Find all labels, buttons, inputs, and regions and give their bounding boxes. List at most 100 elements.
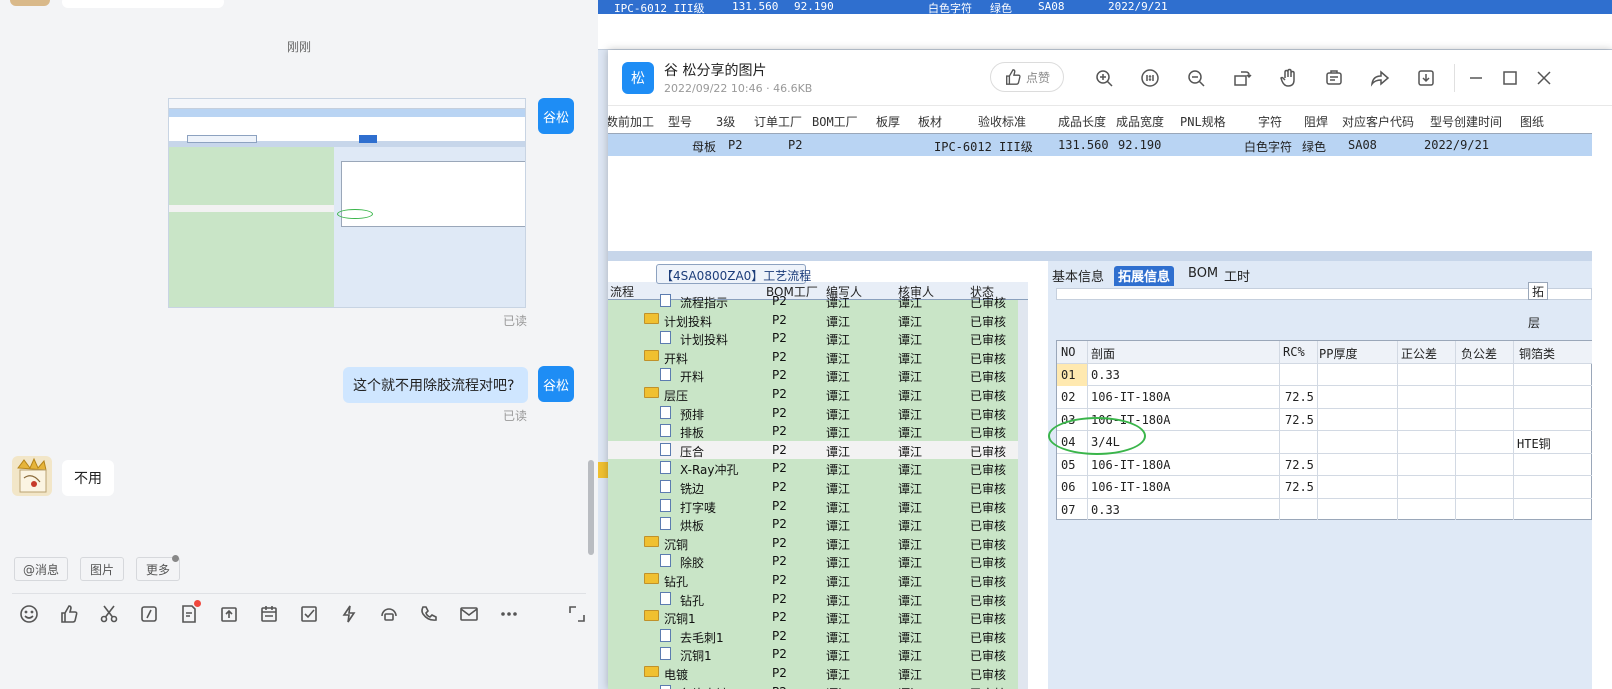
tree-item-status: 已审核 [970,556,1007,571]
tree-item-status: 已审核 [970,593,1007,608]
composer-divider [12,593,586,594]
tree-item-bom: P2 [772,535,787,550]
tree-row[interactable]: 沉铜 P2 谭江 谭江 已审核 [608,534,1018,553]
mention-chip[interactable]: @消息 [14,557,68,581]
close-icon[interactable] [1534,68,1554,88]
chat-scrollbar[interactable] [588,460,594,555]
cell-date: 2022/9/21 [1424,138,1490,152]
tree-item-bom: P2 [772,573,787,587]
tree-row[interactable]: 计划投料 P2 谭江 谭江 已审核 [608,311,1018,330]
rotate-icon[interactable] [1232,68,1252,88]
tree-item-writer: 谭江 [826,370,851,385]
tree-row[interactable]: 流程指示 P2 谭江 谭江 已审核 [608,292,1018,311]
tab-work-hours[interactable]: 工时 [1220,266,1254,286]
grid-row[interactable]: 05 106-IT-180A 72.5 [1057,454,1592,476]
tree-row[interactable]: 计划投料 P2 谭江 谭江 已审核 [608,329,1018,348]
mail-icon[interactable] [458,603,480,625]
shared-image-thumbnail[interactable] [168,98,526,308]
tree-item-status: 已审核 [970,575,1007,589]
col-header: 图纸 [1520,115,1545,129]
phone-icon[interactable] [418,603,440,625]
image-chip[interactable]: 图片 [80,557,124,581]
zoom-out-icon[interactable] [1186,68,1206,88]
tree-row[interactable]: 开料 P2 谭江 谭江 已审核 [608,366,1018,385]
emoji-icon[interactable] [18,603,40,625]
tree-row[interactable]: 预排 P2 谭江 谭江 已审核 [608,404,1018,423]
share-icon[interactable] [1370,68,1390,88]
actual-size-icon[interactable] [1140,68,1160,88]
tree-scrollbar[interactable] [1018,300,1028,689]
tree-row[interactable]: 铣边 P2 谭江 谭江 已审核 [608,478,1018,497]
my-avatar[interactable]: 谷松 [538,98,574,134]
tree-row[interactable]: X-Ray冲孔 P2 谭江 谭江 已审核 [608,459,1018,478]
tree-item-status: 已审核 [970,630,1007,645]
cell-board: 母板 [692,140,717,154]
tree-item-status: 已审核 [970,463,1007,478]
grid-row[interactable]: 07 0.33 [1057,499,1592,521]
more-icon[interactable] [498,603,520,625]
tree-item-bom: P2 [772,628,787,643]
other-user-avatar[interactable] [12,456,52,496]
task-check-icon[interactable] [298,603,320,625]
upload-icon[interactable] [218,603,240,625]
thumbs-up-icon[interactable] [58,603,80,625]
col-header: 订单工厂 [754,115,803,129]
tree-row[interactable]: 烘板 P2 谭江 谭江 已审核 [608,515,1018,534]
read-receipt-2: 已读 [503,409,528,423]
tree-row[interactable]: 电镀 P2 谭江 谭江 已审核 [608,664,1018,683]
message-timestamp: 刚刚 [286,40,311,54]
tree-row[interactable]: 层压 P2 谭江 谭江 已审核 [608,385,1018,404]
tree-row[interactable]: 排板 P2 谭江 谭江 已审核 [608,422,1018,441]
tree-row[interactable]: 打字唛 P2 谭江 谭江 已审核 [608,497,1018,516]
tree-item-name: 排板 [680,426,705,441]
tree-item-reviewer: 谭江 [898,630,923,645]
expand-icon[interactable] [566,603,588,625]
tree-item-name: 钻孔 [680,593,705,608]
reply-bubble[interactable]: 不用 [62,460,114,496]
document-icon [660,647,671,661]
tree-item-name: 打字唛 [680,500,717,515]
tab-basic-info[interactable]: 基本信息 [1048,266,1108,286]
lightning-icon[interactable] [338,603,360,625]
window-minimize-icon[interactable] [1466,68,1486,88]
tree-row[interactable]: 开料 P2 谭江 谭江 已审核 [608,348,1018,367]
like-button[interactable]: 点赞 [990,62,1064,92]
calendar-icon[interactable] [258,603,280,625]
tree-row[interactable]: 去毛刺1 P2 谭江 谭江 已审核 [608,627,1018,646]
zoom-in-icon[interactable] [1094,68,1114,88]
viewer-meta: 2022/09/22 10:46 · 46.6KB [664,82,813,95]
download-icon[interactable] [1416,68,1436,88]
like-label: 点赞 [1025,70,1050,85]
tree-row[interactable]: 压合 P2 谭江 谭江 已审核 [608,440,1018,460]
grid-top-label: 层 [1528,316,1541,330]
ocr-extract-icon[interactable] [1324,68,1344,88]
maximize-icon[interactable] [1500,68,1520,88]
tree-item-status: 已审核 [970,500,1007,515]
grid-row[interactable]: 02 106-IT-180A 72.5 [1057,386,1592,409]
tree-item-status: 已审核 [970,537,1007,552]
my-message-bubble[interactable]: 这个就不用除胶流程对吧? [343,367,528,403]
tree-row[interactable]: 沉铜1 P2 谭江 谭江 已审核 [608,608,1018,627]
tree-row[interactable]: 钻孔 P2 谭江 谭江 已审核 [608,571,1018,590]
tree-item-writer: 谭江 [826,389,851,403]
tree-item-bom: P2 [772,480,787,494]
hand-pan-icon[interactable] [1278,68,1298,88]
grid-row[interactable]: 06 106-IT-180A 72.5 [1057,476,1592,499]
tree-item-name: 压合 [680,444,705,459]
minimize-icon[interactable] [1448,68,1468,88]
grid-row[interactable]: 01 0.33 [1057,363,1592,386]
slash-command-icon[interactable] [138,603,160,625]
right-edge-button[interactable]: 拓 [1528,282,1548,300]
meeting-icon[interactable] [378,603,400,625]
tree-item-reviewer: 谭江 [898,593,923,608]
my-avatar-2[interactable]: 谷松 [538,366,574,402]
tree-row[interactable]: 钻孔 P2 谭江 谭江 已审核 [608,590,1018,609]
tab-extended-info[interactable]: 拓展信息 [1114,266,1175,286]
tab-bom[interactable]: BOM [1184,266,1222,286]
cell-width: 92.190 [1118,138,1162,152]
tree-row[interactable]: 沉铜1 P2 谭江 谭江 已审核 [608,645,1018,664]
tree-item-reviewer: 谭江 [898,649,923,664]
scissors-icon[interactable] [98,603,120,625]
tree-row[interactable]: 除胶 P2 谭江 谭江 已审核 [608,552,1018,571]
tree-row[interactable]: 负片电镀 P2 谭江 谭江 已审核 [608,683,1018,689]
